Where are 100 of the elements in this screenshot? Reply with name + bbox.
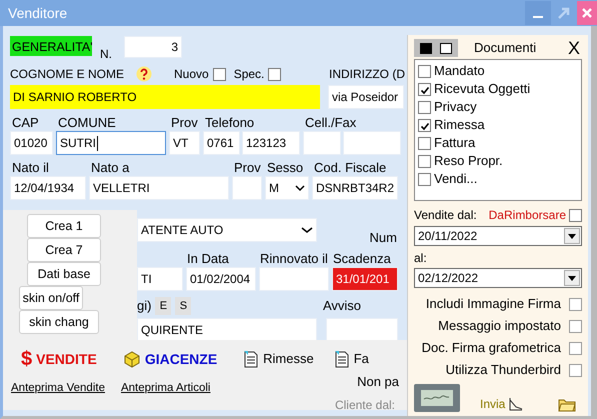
- sex-select[interactable]: M: [265, 176, 309, 200]
- name-field[interactable]: DI SARNIO ROBERTO: [10, 85, 320, 109]
- input-field[interactable]: [232, 176, 262, 200]
- input-field[interactable]: DSNRBT34R2: [312, 176, 398, 200]
- checkbox[interactable]: [569, 364, 582, 376]
- checkbox[interactable]: [418, 82, 431, 96]
- tool-button[interactable]: Dati base: [27, 262, 101, 286]
- action-button[interactable]: GIACENZE: [122, 348, 218, 370]
- note-label: gi): [137, 298, 152, 314]
- checkbox[interactable]: [418, 64, 431, 78]
- arrow-icon: [557, 6, 571, 20]
- checkbox[interactable]: [569, 342, 582, 354]
- checkbox[interactable]: [268, 68, 282, 80]
- checkbox[interactable]: [418, 172, 431, 186]
- date-select[interactable]: 02/12/2022: [414, 268, 582, 288]
- input-field[interactable]: 123123: [242, 131, 300, 155]
- checkbox[interactable]: [418, 100, 431, 114]
- action-button[interactable]: Fa: [334, 349, 369, 369]
- field-label: Prov: [170, 115, 199, 131]
- option-label: Utilizza Thunderbird: [446, 361, 561, 379]
- tool-button[interactable]: skin on/off: [19, 286, 83, 310]
- field-label: Cod. Fiscale: [313, 160, 388, 176]
- tool-button[interactable]: Crea 7: [27, 238, 101, 262]
- tool-button[interactable]: Crea 1: [27, 214, 101, 238]
- input-field[interactable]: 0761: [203, 131, 240, 155]
- field-label: In Data: [186, 251, 230, 267]
- refund-label: DaRimborsare: [488, 207, 566, 223]
- field-label: CAP: [11, 115, 40, 131]
- field-label: Sesso: [266, 160, 304, 176]
- window-title: Venditore: [8, 4, 68, 22]
- input-field[interactable]: 01/02/2004: [186, 267, 256, 291]
- input-field[interactable]: [343, 131, 401, 155]
- action-button[interactable]: Rimesse: [243, 349, 314, 369]
- document-item[interactable]: Mandato: [418, 62, 578, 80]
- section-label: GENERALITA': [10, 36, 92, 56]
- tool-button[interactable]: skin chang: [19, 310, 99, 334]
- field-label: Nato a: [90, 160, 130, 176]
- chart-line-icon[interactable]: [509, 397, 524, 411]
- send-label: Invia: [480, 396, 506, 412]
- address-field[interactable]: via Poseidor: [328, 85, 404, 109]
- document-item[interactable]: Rimessa: [418, 116, 578, 134]
- input-field[interactable]: TI: [137, 267, 183, 291]
- unpaid-label: Non pa: [357, 374, 399, 391]
- document-item[interactable]: Ricevuta Oggetti: [418, 80, 578, 98]
- checkbox[interactable]: [418, 136, 431, 150]
- folder-icon[interactable]: [558, 398, 576, 412]
- small-button[interactable]: E: [155, 297, 172, 315]
- input-field[interactable]: VT: [169, 131, 200, 155]
- to-label: al:: [414, 250, 428, 266]
- input-field[interactable]: VELLETRI: [89, 176, 229, 200]
- address-label: INDIRIZZO (D: [329, 66, 405, 82]
- preview-link[interactable]: Anteprima Articoli: [120, 380, 210, 398]
- checkbox[interactable]: [569, 208, 582, 222]
- field-label: Cell./Fax: [304, 115, 358, 131]
- date-select[interactable]: 20/11/2022: [414, 226, 582, 246]
- field-label: Prov: [233, 160, 262, 176]
- warning-field[interactable]: [326, 318, 398, 342]
- checkbox[interactable]: [418, 118, 431, 132]
- preview-link[interactable]: Anteprima Vendite: [11, 380, 105, 398]
- action-button[interactable]: $ VENDITE: [21, 344, 97, 374]
- checkbox[interactable]: [418, 154, 431, 168]
- option-label: Includi Immagine Firma: [426, 295, 561, 313]
- from-label: Vendite dal:: [414, 207, 477, 223]
- box-icon: [122, 350, 141, 368]
- input-field[interactable]: [259, 267, 329, 291]
- document-icon: [334, 350, 350, 368]
- field-label: Rinnovato il: [259, 251, 329, 267]
- option-label: Messaggio impostato: [438, 317, 561, 335]
- document-item[interactable]: Privacy: [418, 98, 578, 116]
- field-label: COMUNE: [57, 115, 117, 131]
- input-field[interactable]: 12/04/1934: [10, 176, 86, 200]
- input-field[interactable]: SUTRI: [56, 131, 166, 155]
- filled-square-button[interactable]: [420, 42, 432, 54]
- close-button[interactable]: X: [566, 39, 582, 57]
- field-label: Scadenza: [332, 251, 392, 267]
- note-field[interactable]: QUIRENTE: [137, 318, 317, 342]
- checkbox[interactable]: [569, 320, 582, 332]
- input-field[interactable]: 01020: [10, 131, 53, 155]
- minimize-button[interactable]: [525, 1, 551, 25]
- document-item[interactable]: Vendi...: [418, 170, 578, 188]
- number-label: N.: [100, 46, 112, 62]
- field-label: Telefono: [204, 115, 256, 131]
- checkbox[interactable]: [212, 68, 226, 80]
- help-icon: [136, 66, 152, 82]
- small-button[interactable]: S: [175, 297, 192, 315]
- document-type-select[interactable]: ATENTE AUTO: [137, 218, 317, 242]
- close-icon: [581, 7, 593, 19]
- expiry-field[interactable]: 31/01/201: [332, 267, 398, 291]
- signature-pad-icon[interactable]: [414, 384, 460, 412]
- document-item[interactable]: Fattura: [418, 134, 578, 152]
- chevron-icon: [295, 184, 305, 192]
- outline-square-button[interactable]: [440, 42, 452, 54]
- document-item[interactable]: Reso Propr.: [418, 152, 578, 170]
- number-field[interactable]: 3: [124, 36, 182, 58]
- option-label: Doc. Firma grafometrica: [422, 339, 561, 357]
- input-field[interactable]: [303, 131, 341, 155]
- chevron-icon: [301, 226, 313, 234]
- panel-title: Documenti: [474, 40, 536, 56]
- close-button[interactable]: [577, 1, 597, 25]
- checkbox[interactable]: [569, 298, 582, 310]
